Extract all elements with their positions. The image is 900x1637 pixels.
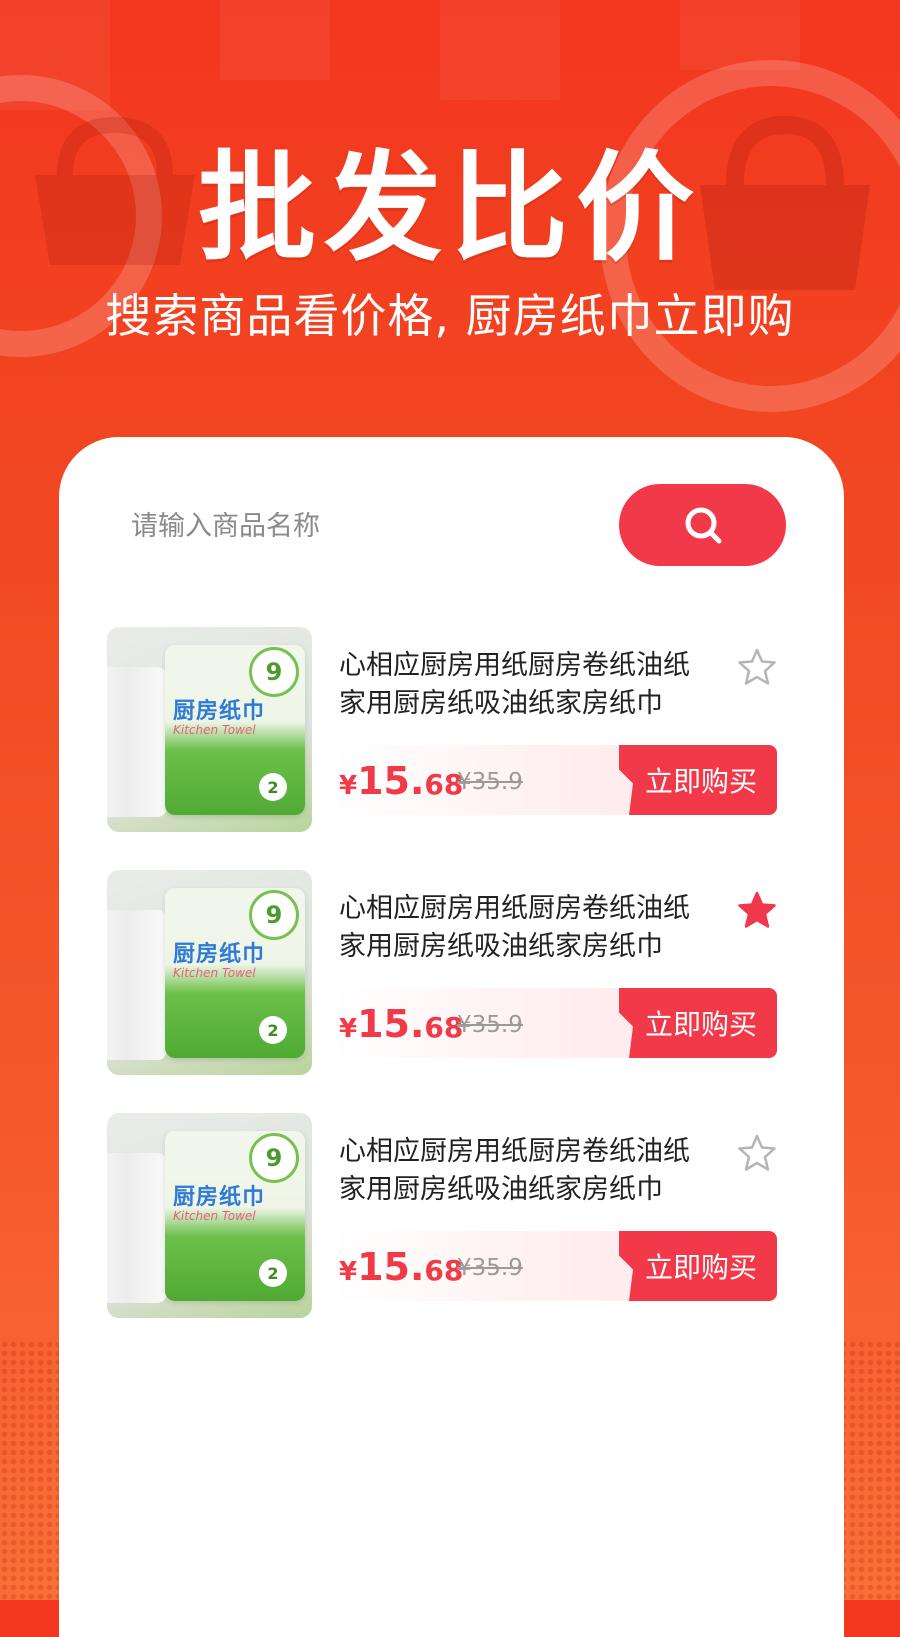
product-title[interactable]: 心相应厨房用纸厨房卷纸油纸家用厨房纸吸油纸家房纸巾 — [339, 1133, 709, 1209]
paper-roll-graphic — [107, 910, 167, 1060]
buy-now-button[interactable]: 立即购买 — [619, 745, 777, 815]
original-price: ¥35.9 — [457, 1012, 523, 1038]
search-icon — [685, 507, 721, 544]
package-badge: 9 — [249, 1133, 299, 1183]
current-price: ¥15.68 — [339, 759, 464, 803]
package-count: 2 — [259, 773, 287, 801]
star-outline-icon[interactable] — [737, 1133, 777, 1173]
search-input[interactable] — [129, 500, 563, 552]
product-item[interactable]: 9 厨房纸巾 Kitchen Towel 2 心相应厨房用纸厨房卷纸油纸家用厨房… — [107, 1113, 797, 1323]
package-count: 2 — [259, 1259, 287, 1287]
current-price: ¥15.68 — [339, 1245, 464, 1289]
package-badge: 9 — [249, 647, 299, 697]
paper-roll-graphic — [107, 667, 167, 817]
package-badge: 9 — [249, 890, 299, 940]
hero-title: 批发比价 — [197, 139, 702, 277]
package-title: 厨房纸巾 — [173, 699, 266, 724]
product-list: 9 厨房纸巾 Kitchen Towel 2 心相应厨房用纸厨房卷纸油纸家用厨房… — [107, 627, 797, 1356]
product-image[interactable]: 9 厨房纸巾 Kitchen Towel 2 — [107, 870, 312, 1075]
package-title: 厨房纸巾 — [173, 1185, 266, 1210]
package-title: 厨房纸巾 — [173, 942, 266, 967]
package-count: 2 — [259, 1016, 287, 1044]
product-image[interactable]: 9 厨房纸巾 Kitchen Towel 2 — [107, 1113, 312, 1318]
product-image[interactable]: 9 厨房纸巾 Kitchen Towel 2 — [107, 627, 312, 832]
search-button[interactable] — [619, 484, 786, 566]
package-graphic: 9 厨房纸巾 Kitchen Towel 2 — [165, 888, 305, 1058]
product-item[interactable]: 9 厨房纸巾 Kitchen Towel 2 心相应厨房用纸厨房卷纸油纸家用厨房… — [107, 627, 797, 837]
search-bar — [59, 484, 844, 568]
original-price: ¥35.9 — [457, 1255, 523, 1281]
star-outline-icon[interactable] — [737, 647, 777, 687]
star-filled-icon[interactable] — [737, 890, 777, 930]
price-bar: ¥15.68 ¥35.9 立即购买 — [335, 745, 777, 815]
buy-now-button[interactable]: 立即购买 — [619, 988, 777, 1058]
price-bar: ¥15.68 ¥35.9 立即购买 — [335, 1231, 777, 1301]
product-item[interactable]: 9 厨房纸巾 Kitchen Towel 2 心相应厨房用纸厨房卷纸油纸家用厨房… — [107, 870, 797, 1080]
price-bar: ¥15.68 ¥35.9 立即购买 — [335, 988, 777, 1058]
paper-roll-graphic — [107, 1153, 167, 1303]
package-graphic: 9 厨房纸巾 Kitchen Towel 2 — [165, 1131, 305, 1301]
package-graphic: 9 厨房纸巾 Kitchen Towel 2 — [165, 645, 305, 815]
product-title[interactable]: 心相应厨房用纸厨房卷纸油纸家用厨房纸吸油纸家房纸巾 — [339, 890, 709, 966]
package-subtitle: Kitchen Towel — [173, 966, 256, 980]
buy-now-button[interactable]: 立即购买 — [619, 1231, 777, 1301]
product-card-panel: 9 厨房纸巾 Kitchen Towel 2 心相应厨房用纸厨房卷纸油纸家用厨房… — [59, 437, 844, 1637]
package-subtitle: Kitchen Towel — [173, 1209, 256, 1223]
product-title[interactable]: 心相应厨房用纸厨房卷纸油纸家用厨房纸吸油纸家房纸巾 — [339, 647, 709, 723]
current-price: ¥15.68 — [339, 1002, 464, 1046]
hero-subtitle: 搜索商品看价格, 厨房纸巾立即购 — [105, 289, 795, 343]
original-price: ¥35.9 — [457, 769, 523, 795]
package-subtitle: Kitchen Towel — [173, 723, 256, 737]
